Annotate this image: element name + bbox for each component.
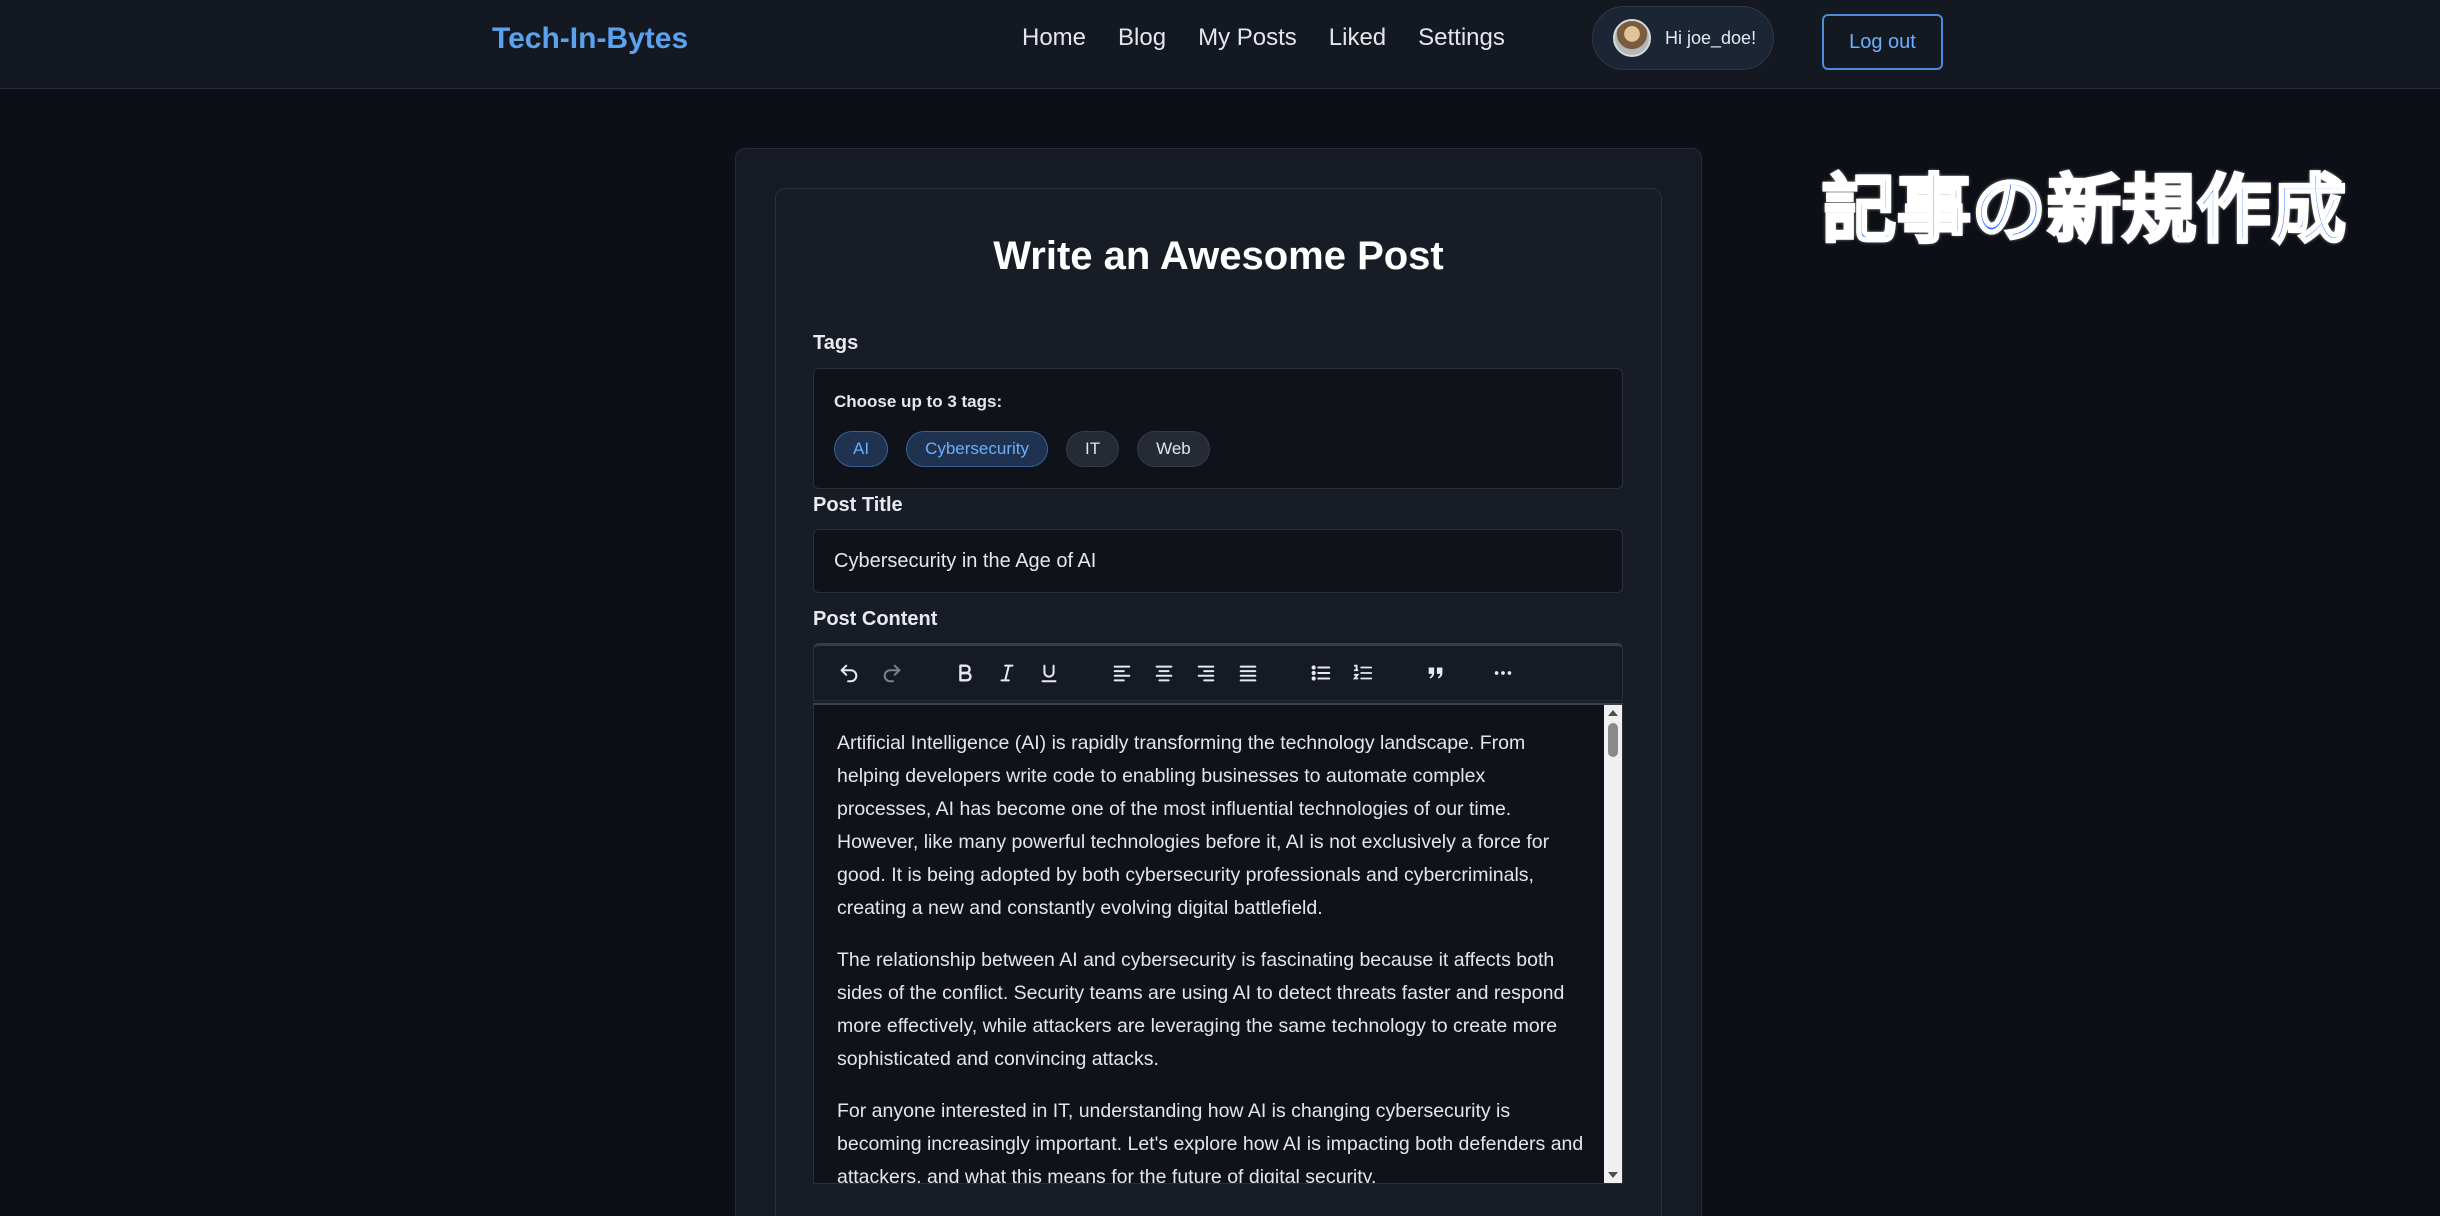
more-icon[interactable] — [1486, 656, 1520, 690]
post-content-editor[interactable]: Artificial Intelligence (AI) is rapidly … — [813, 703, 1623, 1184]
user-greeting: Hi joe_doe! — [1665, 27, 1757, 48]
scroll-thumb[interactable] — [1608, 723, 1618, 757]
top-navbar: Tech-In-Bytes Home Blog My Posts Liked S… — [0, 0, 2440, 89]
tags-hint: Choose up to 3 tags: — [834, 392, 1003, 411]
align-center-icon[interactable] — [1147, 656, 1181, 690]
nav-links: Home Blog My Posts Liked Settings — [1022, 24, 1537, 52]
content-paragraph: The relationship between AI and cybersec… — [837, 949, 1565, 1070]
tag-web[interactable]: Web — [1137, 431, 1210, 467]
redo-icon[interactable] — [875, 656, 909, 690]
underline-icon[interactable] — [1032, 656, 1066, 690]
numbered-list-icon[interactable] — [1346, 656, 1380, 690]
nav-link-my-posts[interactable]: My Posts — [1198, 24, 1297, 52]
align-left-icon[interactable] — [1105, 656, 1139, 690]
post-title-label: Post Title — [813, 494, 903, 516]
brand-logo[interactable]: Tech-In-Bytes — [492, 22, 688, 56]
editor-scrollbar[interactable] — [1604, 705, 1622, 1183]
scroll-up-arrow-icon[interactable] — [1608, 710, 1618, 716]
logout-button[interactable]: Log out — [1822, 14, 1943, 70]
post-content-label: Post Content — [813, 608, 938, 630]
avatar — [1613, 19, 1651, 57]
nav-link-liked[interactable]: Liked — [1329, 24, 1386, 52]
tags-row: AI Cybersecurity IT Web — [834, 431, 1210, 467]
bold-icon[interactable] — [948, 656, 982, 690]
tags-label: Tags — [813, 332, 859, 354]
tags-selector: Choose up to 3 tags: AI Cybersecurity IT… — [813, 368, 1623, 489]
align-justify-icon[interactable] — [1231, 656, 1265, 690]
tag-ai[interactable]: AI — [834, 431, 889, 467]
content-paragraph: Artificial Intelligence (AI) is rapidly … — [837, 732, 1550, 919]
align-right-icon[interactable] — [1189, 656, 1223, 690]
nav-link-blog[interactable]: Blog — [1118, 24, 1166, 52]
post-title-input[interactable] — [813, 529, 1623, 593]
content-paragraph: For anyone interested in IT, understandi… — [837, 1100, 1584, 1184]
nav-link-home[interactable]: Home — [1022, 24, 1086, 52]
editor-content[interactable]: Artificial Intelligence (AI) is rapidly … — [814, 705, 1604, 1184]
user-menu[interactable]: Hi joe_doe! — [1592, 6, 1774, 70]
scroll-down-arrow-icon[interactable] — [1608, 1172, 1618, 1178]
quote-icon[interactable] — [1419, 656, 1453, 690]
bullet-list-icon[interactable] — [1304, 656, 1338, 690]
tag-cybersecurity[interactable]: Cybersecurity — [906, 431, 1048, 467]
tag-it[interactable]: IT — [1065, 431, 1120, 467]
page-title: Write an Awesome Post — [993, 234, 1444, 278]
editor-toolbar — [813, 643, 1623, 701]
nav-link-settings[interactable]: Settings — [1418, 24, 1505, 52]
italic-icon[interactable] — [990, 656, 1024, 690]
undo-icon[interactable] — [832, 656, 866, 690]
overlay-caption: 記事の新規作成 — [1821, 166, 2348, 255]
